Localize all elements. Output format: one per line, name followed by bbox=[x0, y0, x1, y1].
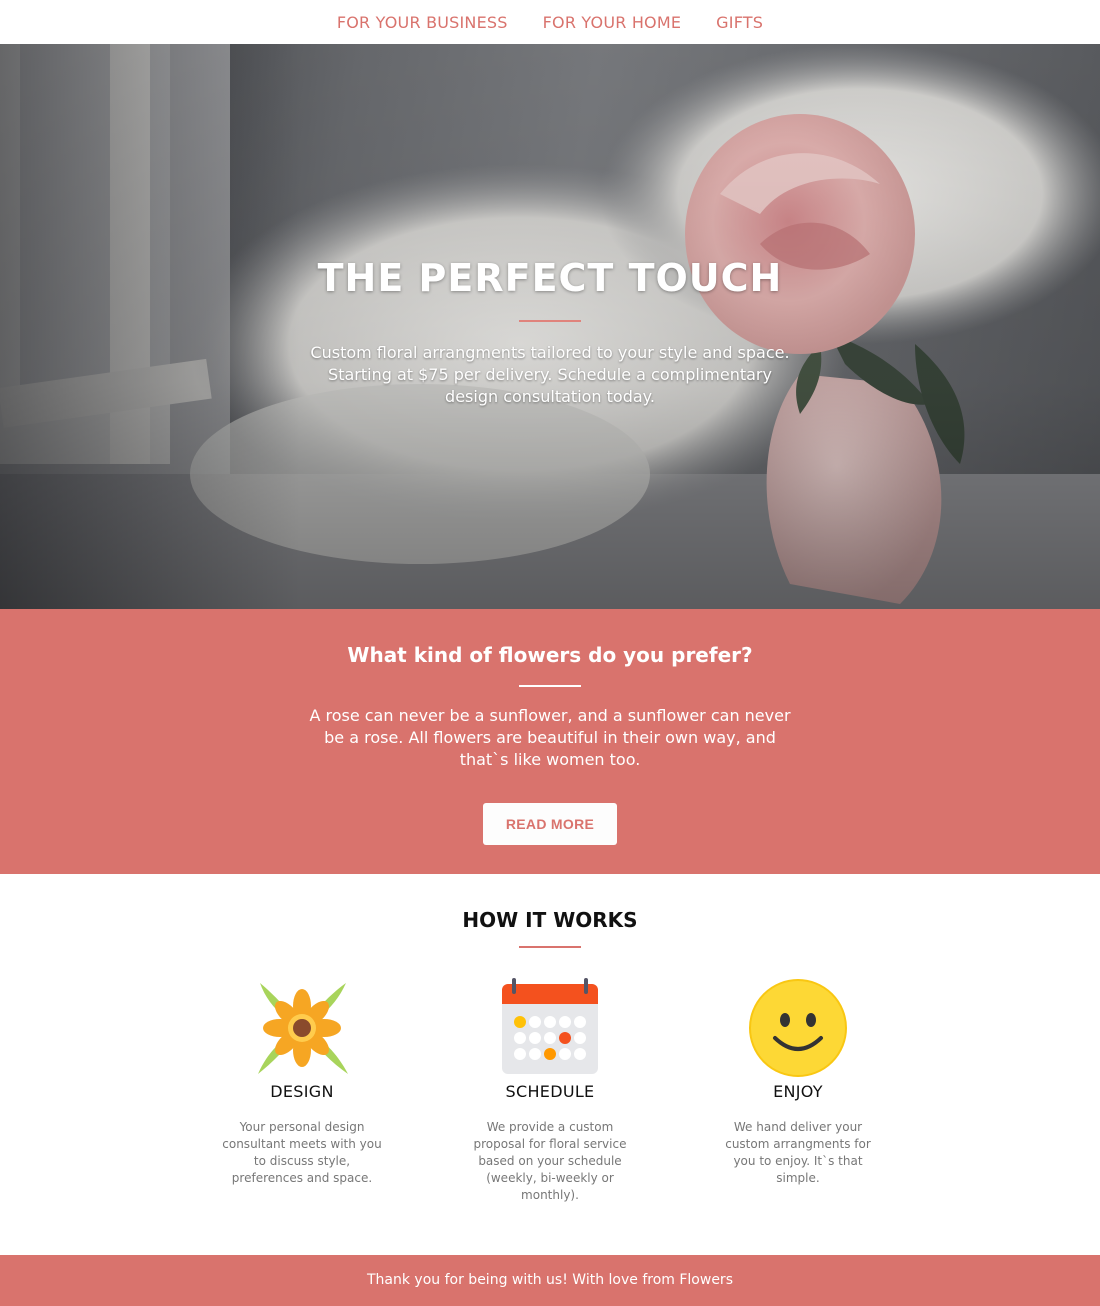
prefer-divider bbox=[519, 685, 581, 687]
prefer-title: What kind of flowers do you prefer? bbox=[347, 643, 753, 667]
step-schedule: SCHEDULE We provide a custom proposal fo… bbox=[460, 978, 640, 1204]
how-it-works-title: HOW IT WORKS bbox=[462, 908, 638, 932]
how-it-works-section: HOW IT WORKS DESIGN Your personal design… bbox=[0, 874, 1100, 1255]
hero-title: THE PERFECT TOUCH bbox=[317, 256, 783, 300]
smiley-icon bbox=[749, 979, 847, 1077]
hero-divider bbox=[519, 320, 581, 322]
step-description: We provide a custom proposal for floral … bbox=[473, 1120, 627, 1202]
step-design: DESIGN Your personal design consultant m… bbox=[212, 978, 392, 1204]
footer: Thank you for being with us! With love f… bbox=[0, 1255, 1100, 1306]
step-description: Your personal design consultant meets wi… bbox=[222, 1120, 382, 1185]
prefer-section: What kind of flowers do you prefer? A ro… bbox=[0, 609, 1100, 874]
prefer-description: A rose can never be a sunflower, and a s… bbox=[309, 706, 791, 769]
nav-link-gifts[interactable]: GIFTS bbox=[716, 13, 763, 32]
step-enjoy: ENJOY We hand deliver your custom arrang… bbox=[708, 978, 888, 1204]
hero-section: THE PERFECT TOUCH Custom floral arrangme… bbox=[0, 44, 1100, 609]
step-title: DESIGN bbox=[270, 1082, 334, 1101]
how-divider bbox=[519, 946, 581, 948]
nav-link-business[interactable]: FOR YOUR BUSINESS bbox=[337, 13, 508, 32]
hero-description: Custom floral arrangments tailored to yo… bbox=[310, 343, 790, 406]
step-title: SCHEDULE bbox=[505, 1082, 595, 1101]
calendar-icon bbox=[502, 978, 598, 1074]
nav-link-home[interactable]: FOR YOUR HOME bbox=[543, 13, 682, 32]
read-more-button[interactable]: READ MORE bbox=[483, 803, 617, 845]
step-description: We hand deliver your custom arrangments … bbox=[725, 1120, 871, 1185]
hero-content: THE PERFECT TOUCH Custom floral arrangme… bbox=[0, 256, 1100, 408]
flower-icon bbox=[258, 983, 348, 1074]
step-title: ENJOY bbox=[773, 1082, 823, 1101]
top-nav: FOR YOUR BUSINESS FOR YOUR HOME GIFTS bbox=[0, 0, 1100, 44]
steps-list: DESIGN Your personal design consultant m… bbox=[0, 978, 1100, 1204]
footer-text: Thank you for being with us! With love f… bbox=[367, 1272, 733, 1288]
